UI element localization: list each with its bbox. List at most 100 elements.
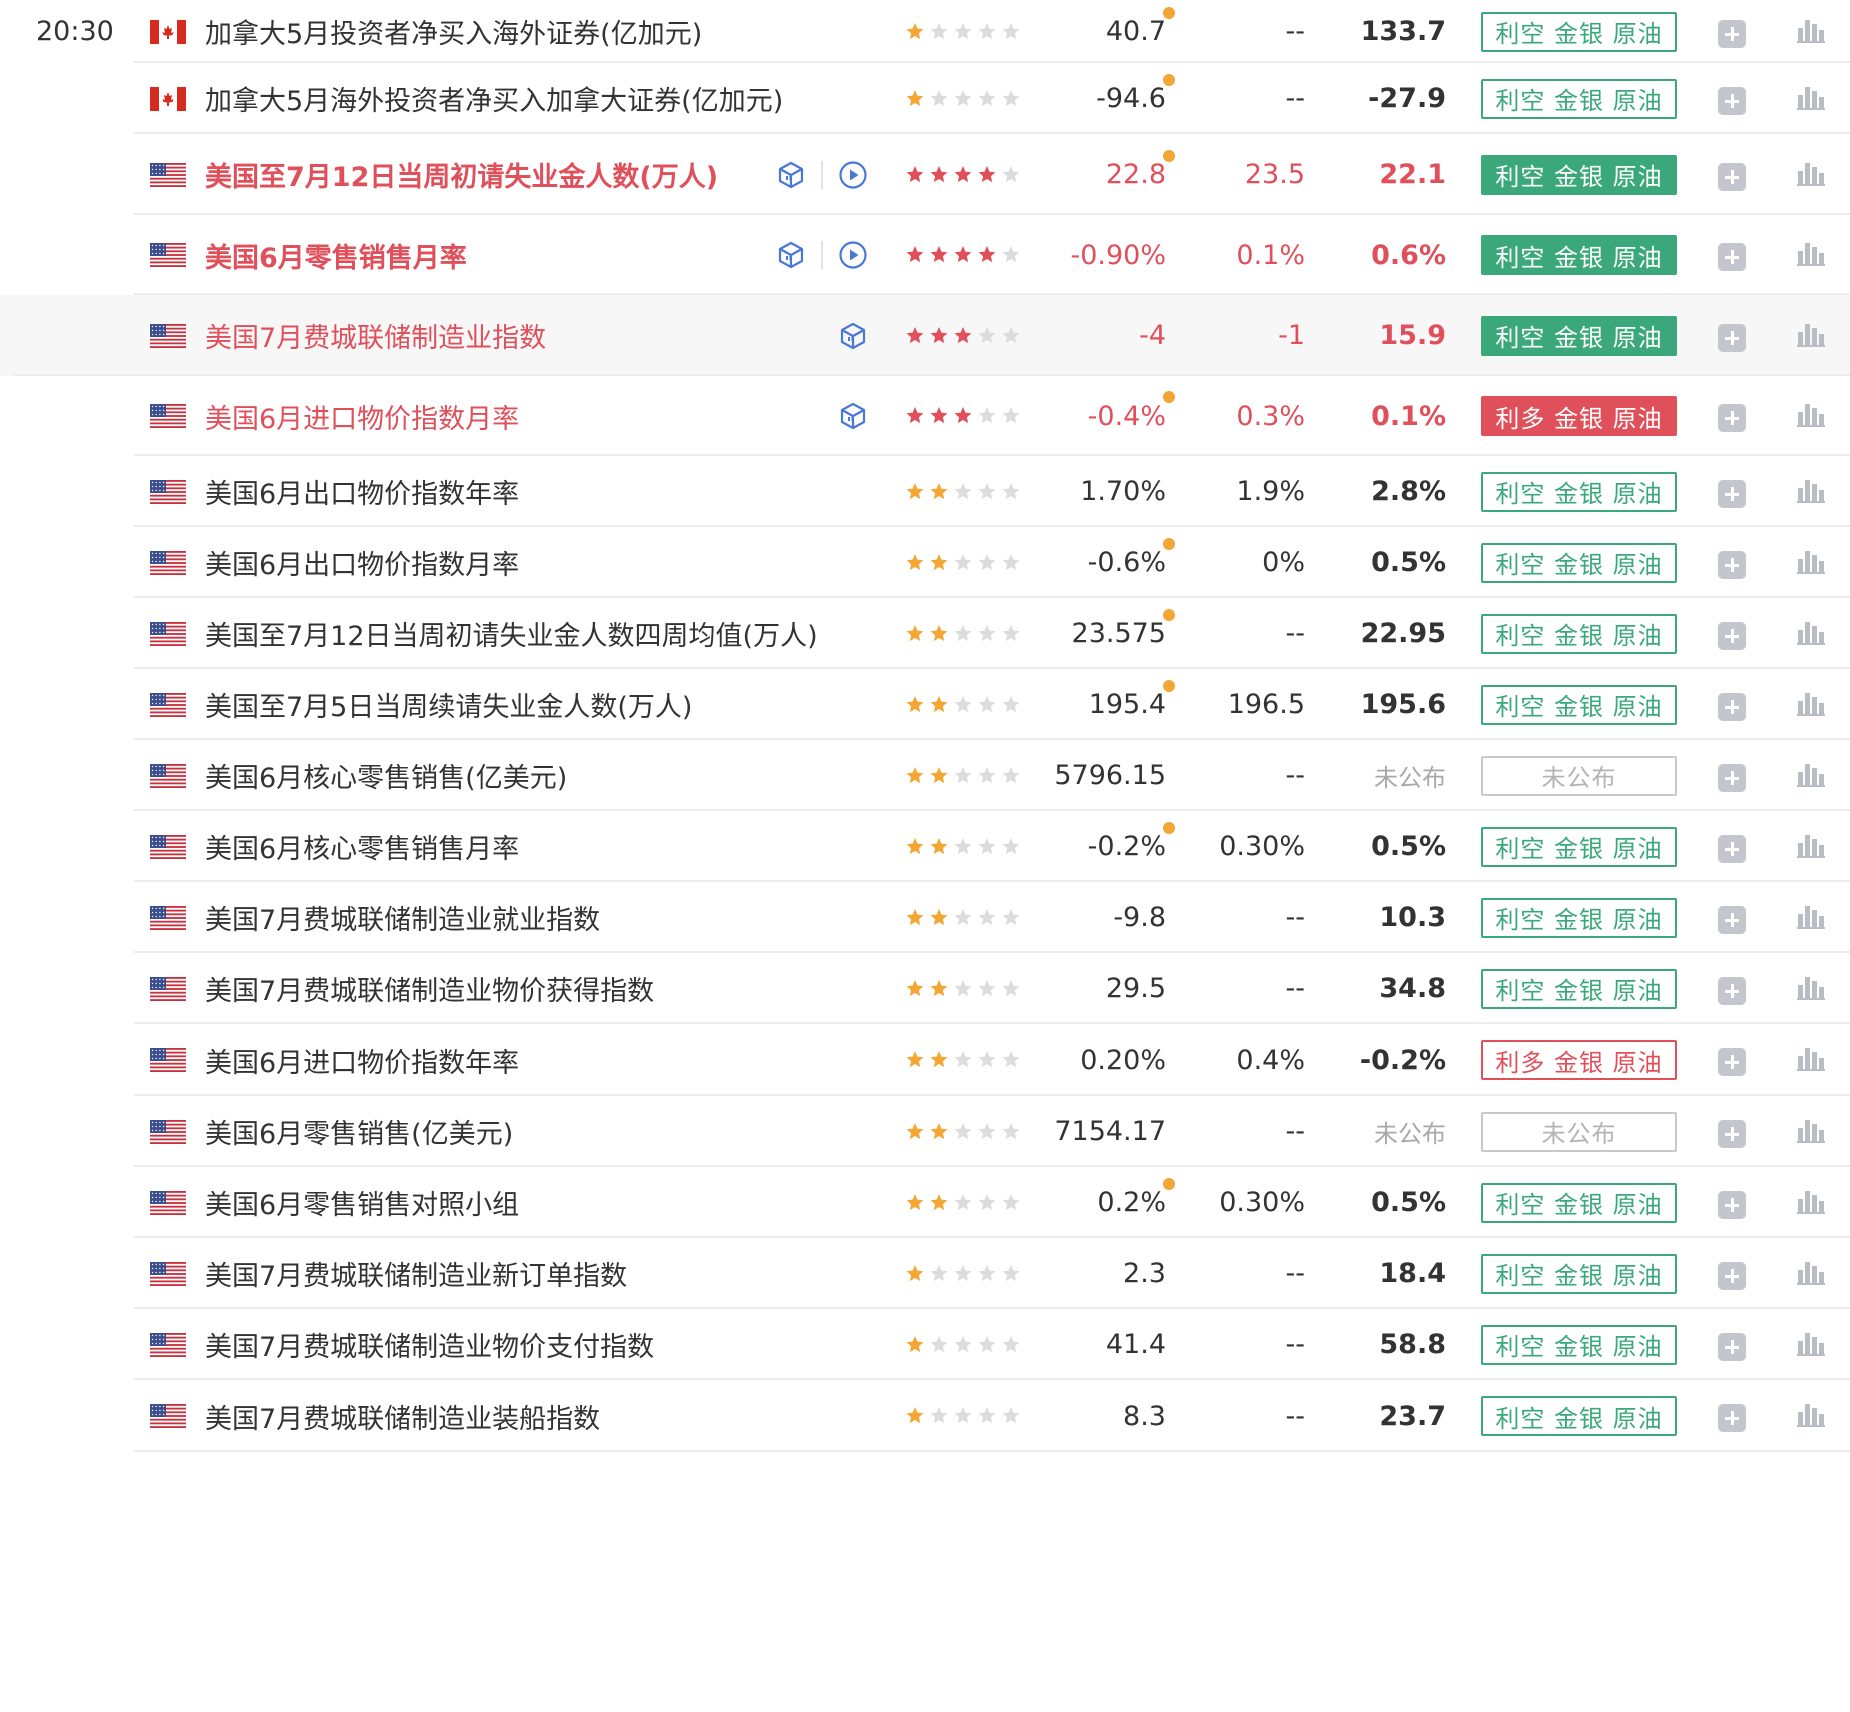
bar-chart-icon[interactable] (1797, 760, 1825, 788)
bar-chart-icon[interactable] (1797, 902, 1825, 930)
bar-chart-icon[interactable] (1797, 320, 1825, 348)
impact-tag[interactable]: 利空 金银 原油 (1481, 897, 1677, 938)
event-row[interactable]: 美国6月出口物价指数年率 1.70% 1.9% 2.8% 利空 金银 原油 (0, 456, 1850, 527)
bar-chart-icon[interactable] (1797, 159, 1825, 187)
event-row[interactable]: 美国6月进口物价指数月率 -0.4% 0.3% 0.1% 利多 金银 原油 (0, 376, 1850, 456)
impact-tag[interactable]: 利空 金银 原油 (1481, 471, 1677, 512)
impact-tag[interactable]: 未公布 (1481, 1111, 1677, 1152)
bar-chart-icon[interactable] (1797, 1116, 1825, 1144)
bar-chart-icon[interactable] (1797, 16, 1825, 44)
event-row[interactable]: 美国7月费城联储制造业物价支付指数 41.4 -- 58.8 利空 金银 原油 (0, 1309, 1850, 1380)
play-circle-icon[interactable] (838, 160, 868, 190)
event-name[interactable]: 美国至7月5日当周续请失业金人数(万人) (205, 669, 692, 740)
cube-icon[interactable] (838, 321, 868, 351)
plus-square-icon[interactable] (1718, 550, 1746, 579)
event-name[interactable]: 美国6月核心零售销售月率 (205, 811, 519, 882)
play-circle-icon[interactable] (838, 240, 868, 270)
event-name[interactable]: 美国7月费城联储制造业指数 (205, 295, 546, 376)
impact-tag[interactable]: 利多 金银 原油 (1481, 1040, 1677, 1080)
plus-square-icon[interactable] (1718, 19, 1746, 48)
event-name[interactable]: 美国7月费城联储制造业物价获得指数 (205, 953, 654, 1024)
event-name[interactable]: 美国6月零售销售对照小组 (205, 1167, 519, 1238)
bar-chart-icon[interactable] (1797, 1400, 1825, 1428)
impact-tag[interactable]: 未公布 (1481, 755, 1677, 796)
plus-square-icon[interactable] (1718, 905, 1746, 934)
impact-tag[interactable]: 利空 金银 原油 (1481, 1253, 1677, 1294)
plus-square-icon[interactable] (1718, 323, 1746, 352)
event-row[interactable]: 美国6月核心零售销售(亿美元) 5796.15 -- 未公布 未公布 (0, 740, 1850, 811)
event-name[interactable]: 美国6月进口物价指数月率 (205, 376, 519, 456)
impact-tag[interactable]: 利空 金银 原油 (1481, 235, 1677, 275)
plus-square-icon[interactable] (1718, 692, 1746, 721)
plus-square-icon[interactable] (1718, 479, 1746, 508)
event-row[interactable]: 美国6月零售销售(亿美元) 7154.17 -- 未公布 未公布 (0, 1096, 1850, 1167)
bar-chart-icon[interactable] (1797, 239, 1825, 267)
bar-chart-icon[interactable] (1797, 476, 1825, 504)
bar-chart-icon[interactable] (1797, 1187, 1825, 1215)
bar-chart-icon[interactable] (1797, 547, 1825, 575)
bar-chart-icon[interactable] (1797, 83, 1825, 111)
plus-square-icon[interactable] (1718, 1048, 1746, 1076)
plus-square-icon[interactable] (1718, 1261, 1746, 1290)
event-row[interactable]: 美国7月费城联储制造业指数 -4 -1 15.9 利空 金银 原油 (0, 295, 1850, 376)
event-row[interactable]: 美国7月费城联储制造业新订单指数 2.3 -- 18.4 利空 金银 原油 (0, 1238, 1850, 1309)
event-row[interactable]: 美国6月出口物价指数月率 -0.6% 0% 0.5% 利空 金银 原油 (0, 527, 1850, 598)
event-row[interactable]: 加拿大5月海外投资者净买入加拿大证券(亿加元) -94.6 -- -27.9 利空 金银… (0, 63, 1850, 134)
event-row[interactable]: 美国7月费城联储制造业物价获得指数 29.5 -- 34.8 利空 金银 原油 (0, 953, 1850, 1024)
bar-chart-icon[interactable] (1797, 689, 1825, 717)
plus-square-icon[interactable] (1718, 1332, 1746, 1361)
event-row[interactable]: 美国7月费城联储制造业就业指数 -9.8 -- 10.3 利空 金银 原油 (0, 882, 1850, 953)
event-name[interactable]: 美国7月费城联储制造业新订单指数 (205, 1238, 627, 1309)
event-name[interactable]: 加拿大5月投资者净买入海外证券(亿加元) (205, 0, 702, 63)
event-row[interactable]: 美国至7月12日当周初请失业金人数四周均值(万人) 23.575 -- 22.95 利空… (0, 598, 1850, 669)
impact-tag[interactable]: 利空 金银 原油 (1481, 11, 1677, 52)
impact-tag[interactable]: 利空 金银 原油 (1481, 1396, 1677, 1436)
event-row[interactable]: 美国至7月5日当周续请失业金人数(万人) 195.4 196.5 195.6 利空 金银… (0, 669, 1850, 740)
plus-square-icon[interactable] (1718, 763, 1746, 792)
bar-chart-icon[interactable] (1797, 1258, 1825, 1286)
plus-square-icon[interactable] (1718, 243, 1746, 271)
impact-tag[interactable]: 利空 金银 原油 (1481, 613, 1677, 654)
event-name[interactable]: 美国至7月12日当周初请失业金人数(万人) (205, 134, 718, 215)
cube-icon[interactable] (838, 401, 868, 431)
impact-tag[interactable]: 利空 金银 原油 (1481, 826, 1677, 867)
event-row[interactable]: 美国6月进口物价指数年率 0.20% 0.4% -0.2% 利多 金银 原油 (0, 1024, 1850, 1096)
impact-tag[interactable]: 利空 金银 原油 (1481, 315, 1677, 356)
impact-tag[interactable]: 利空 金银 原油 (1481, 968, 1677, 1009)
event-row[interactable]: 美国至7月12日当周初请失业金人数(万人) 22.8 23.5 22.1 利空 金银 原… (0, 134, 1850, 215)
plus-square-icon[interactable] (1718, 1190, 1746, 1219)
event-name[interactable]: 美国至7月12日当周初请失业金人数四周均值(万人) (205, 598, 818, 669)
event-row[interactable]: 美国6月核心零售销售月率 -0.2% 0.30% 0.5% 利空 金银 原油 (0, 811, 1850, 882)
event-name[interactable]: 美国7月费城联储制造业装船指数 (205, 1380, 600, 1452)
plus-square-icon[interactable] (1718, 1119, 1746, 1148)
impact-tag[interactable]: 利空 金银 原油 (1481, 542, 1677, 583)
bar-chart-icon[interactable] (1797, 1044, 1825, 1072)
impact-tag[interactable]: 利空 金银 原油 (1481, 684, 1677, 725)
bar-chart-icon[interactable] (1797, 400, 1825, 428)
event-name[interactable]: 美国6月出口物价指数月率 (205, 527, 519, 598)
impact-tag[interactable]: 利空 金银 原油 (1481, 1182, 1677, 1223)
plus-square-icon[interactable] (1718, 834, 1746, 863)
impact-tag[interactable]: 利多 金银 原油 (1481, 396, 1677, 436)
plus-square-icon[interactable] (1718, 86, 1746, 115)
event-row[interactable]: 美国7月费城联储制造业装船指数 8.3 -- 23.7 利空 金银 原油 (0, 1380, 1850, 1452)
event-name[interactable]: 美国7月费城联储制造业物价支付指数 (205, 1309, 654, 1380)
cube-icon[interactable] (776, 160, 806, 190)
event-name[interactable]: 美国6月零售销售月率 (205, 215, 467, 295)
event-row[interactable]: 20:30 加拿大5月投资者净买入海外证券(亿加元) 40.7 -- 133.7 利空 金… (0, 0, 1850, 63)
cube-icon[interactable] (776, 240, 806, 270)
impact-tag[interactable]: 利空 金银 原油 (1481, 78, 1677, 119)
plus-square-icon[interactable] (1718, 404, 1746, 432)
event-name[interactable]: 美国6月进口物价指数年率 (205, 1024, 519, 1096)
bar-chart-icon[interactable] (1797, 618, 1825, 646)
impact-tag[interactable]: 利空 金银 原油 (1481, 154, 1677, 195)
event-row[interactable]: 美国6月零售销售对照小组 0.2% 0.30% 0.5% 利空 金银 原油 (0, 1167, 1850, 1238)
event-name[interactable]: 美国6月零售销售(亿美元) (205, 1096, 513, 1167)
event-name[interactable]: 美国6月出口物价指数年率 (205, 456, 519, 527)
plus-square-icon[interactable] (1718, 162, 1746, 191)
event-name[interactable]: 美国7月费城联储制造业就业指数 (205, 882, 600, 953)
plus-square-icon[interactable] (1718, 1404, 1746, 1432)
event-row[interactable]: 美国6月零售销售月率 -0.90% 0.1% 0.6% 利空 金银 原油 (0, 215, 1850, 295)
event-name[interactable]: 美国6月核心零售销售(亿美元) (205, 740, 567, 811)
bar-chart-icon[interactable] (1797, 831, 1825, 859)
